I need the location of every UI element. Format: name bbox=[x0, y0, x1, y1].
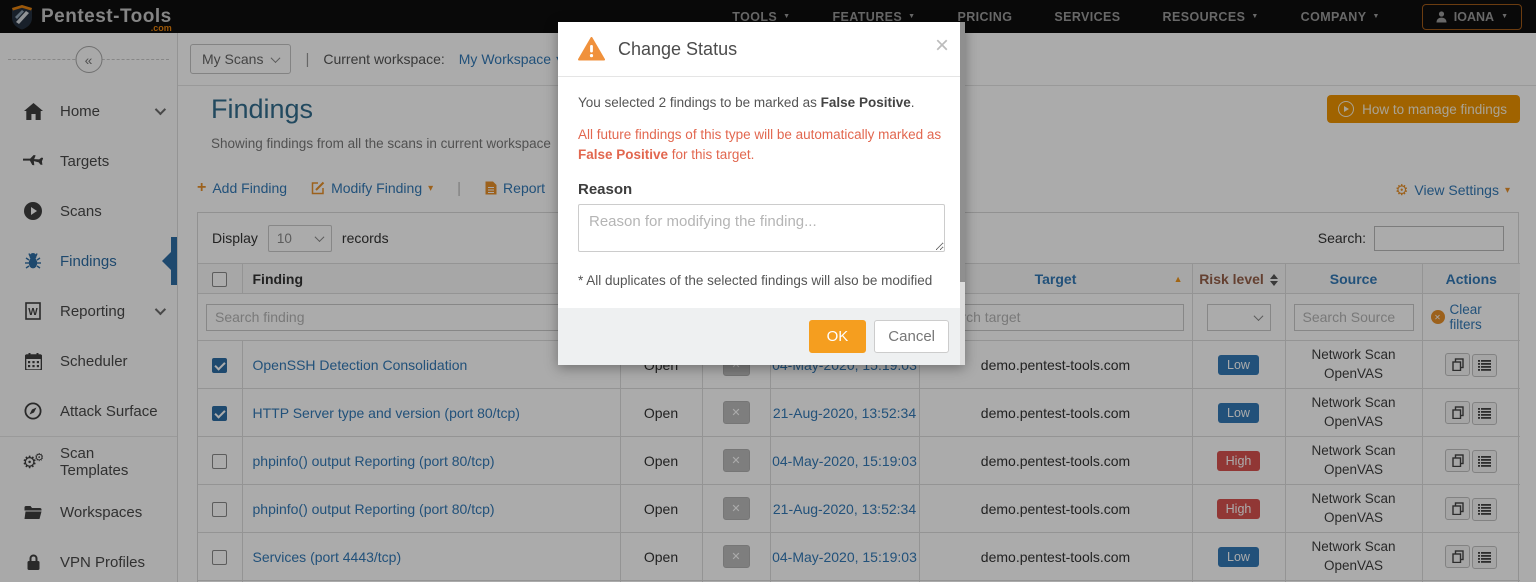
cancel-button[interactable]: Cancel bbox=[874, 320, 949, 353]
modal-scrollbar[interactable] bbox=[960, 22, 965, 365]
scrollbar-thumb[interactable] bbox=[960, 22, 965, 282]
reason-textarea[interactable] bbox=[578, 204, 945, 252]
modal-title: Change Status bbox=[618, 39, 737, 60]
modal-footer: OK Cancel bbox=[558, 308, 965, 365]
reason-label: Reason bbox=[578, 181, 945, 198]
change-status-modal: Change Status × You selected 2 findings … bbox=[558, 22, 965, 365]
modal-body: You selected 2 findings to be marked as … bbox=[558, 77, 965, 308]
duplicates-note: * All duplicates of the selected finding… bbox=[578, 273, 945, 288]
selection-summary: You selected 2 findings to be marked as … bbox=[578, 95, 945, 110]
auto-mark-warning: All future findings of this type will be… bbox=[578, 125, 945, 166]
ok-button[interactable]: OK bbox=[809, 320, 867, 353]
close-icon[interactable]: × bbox=[935, 34, 949, 58]
warning-triangle-icon bbox=[578, 37, 605, 61]
modal-header: Change Status × bbox=[558, 22, 965, 77]
